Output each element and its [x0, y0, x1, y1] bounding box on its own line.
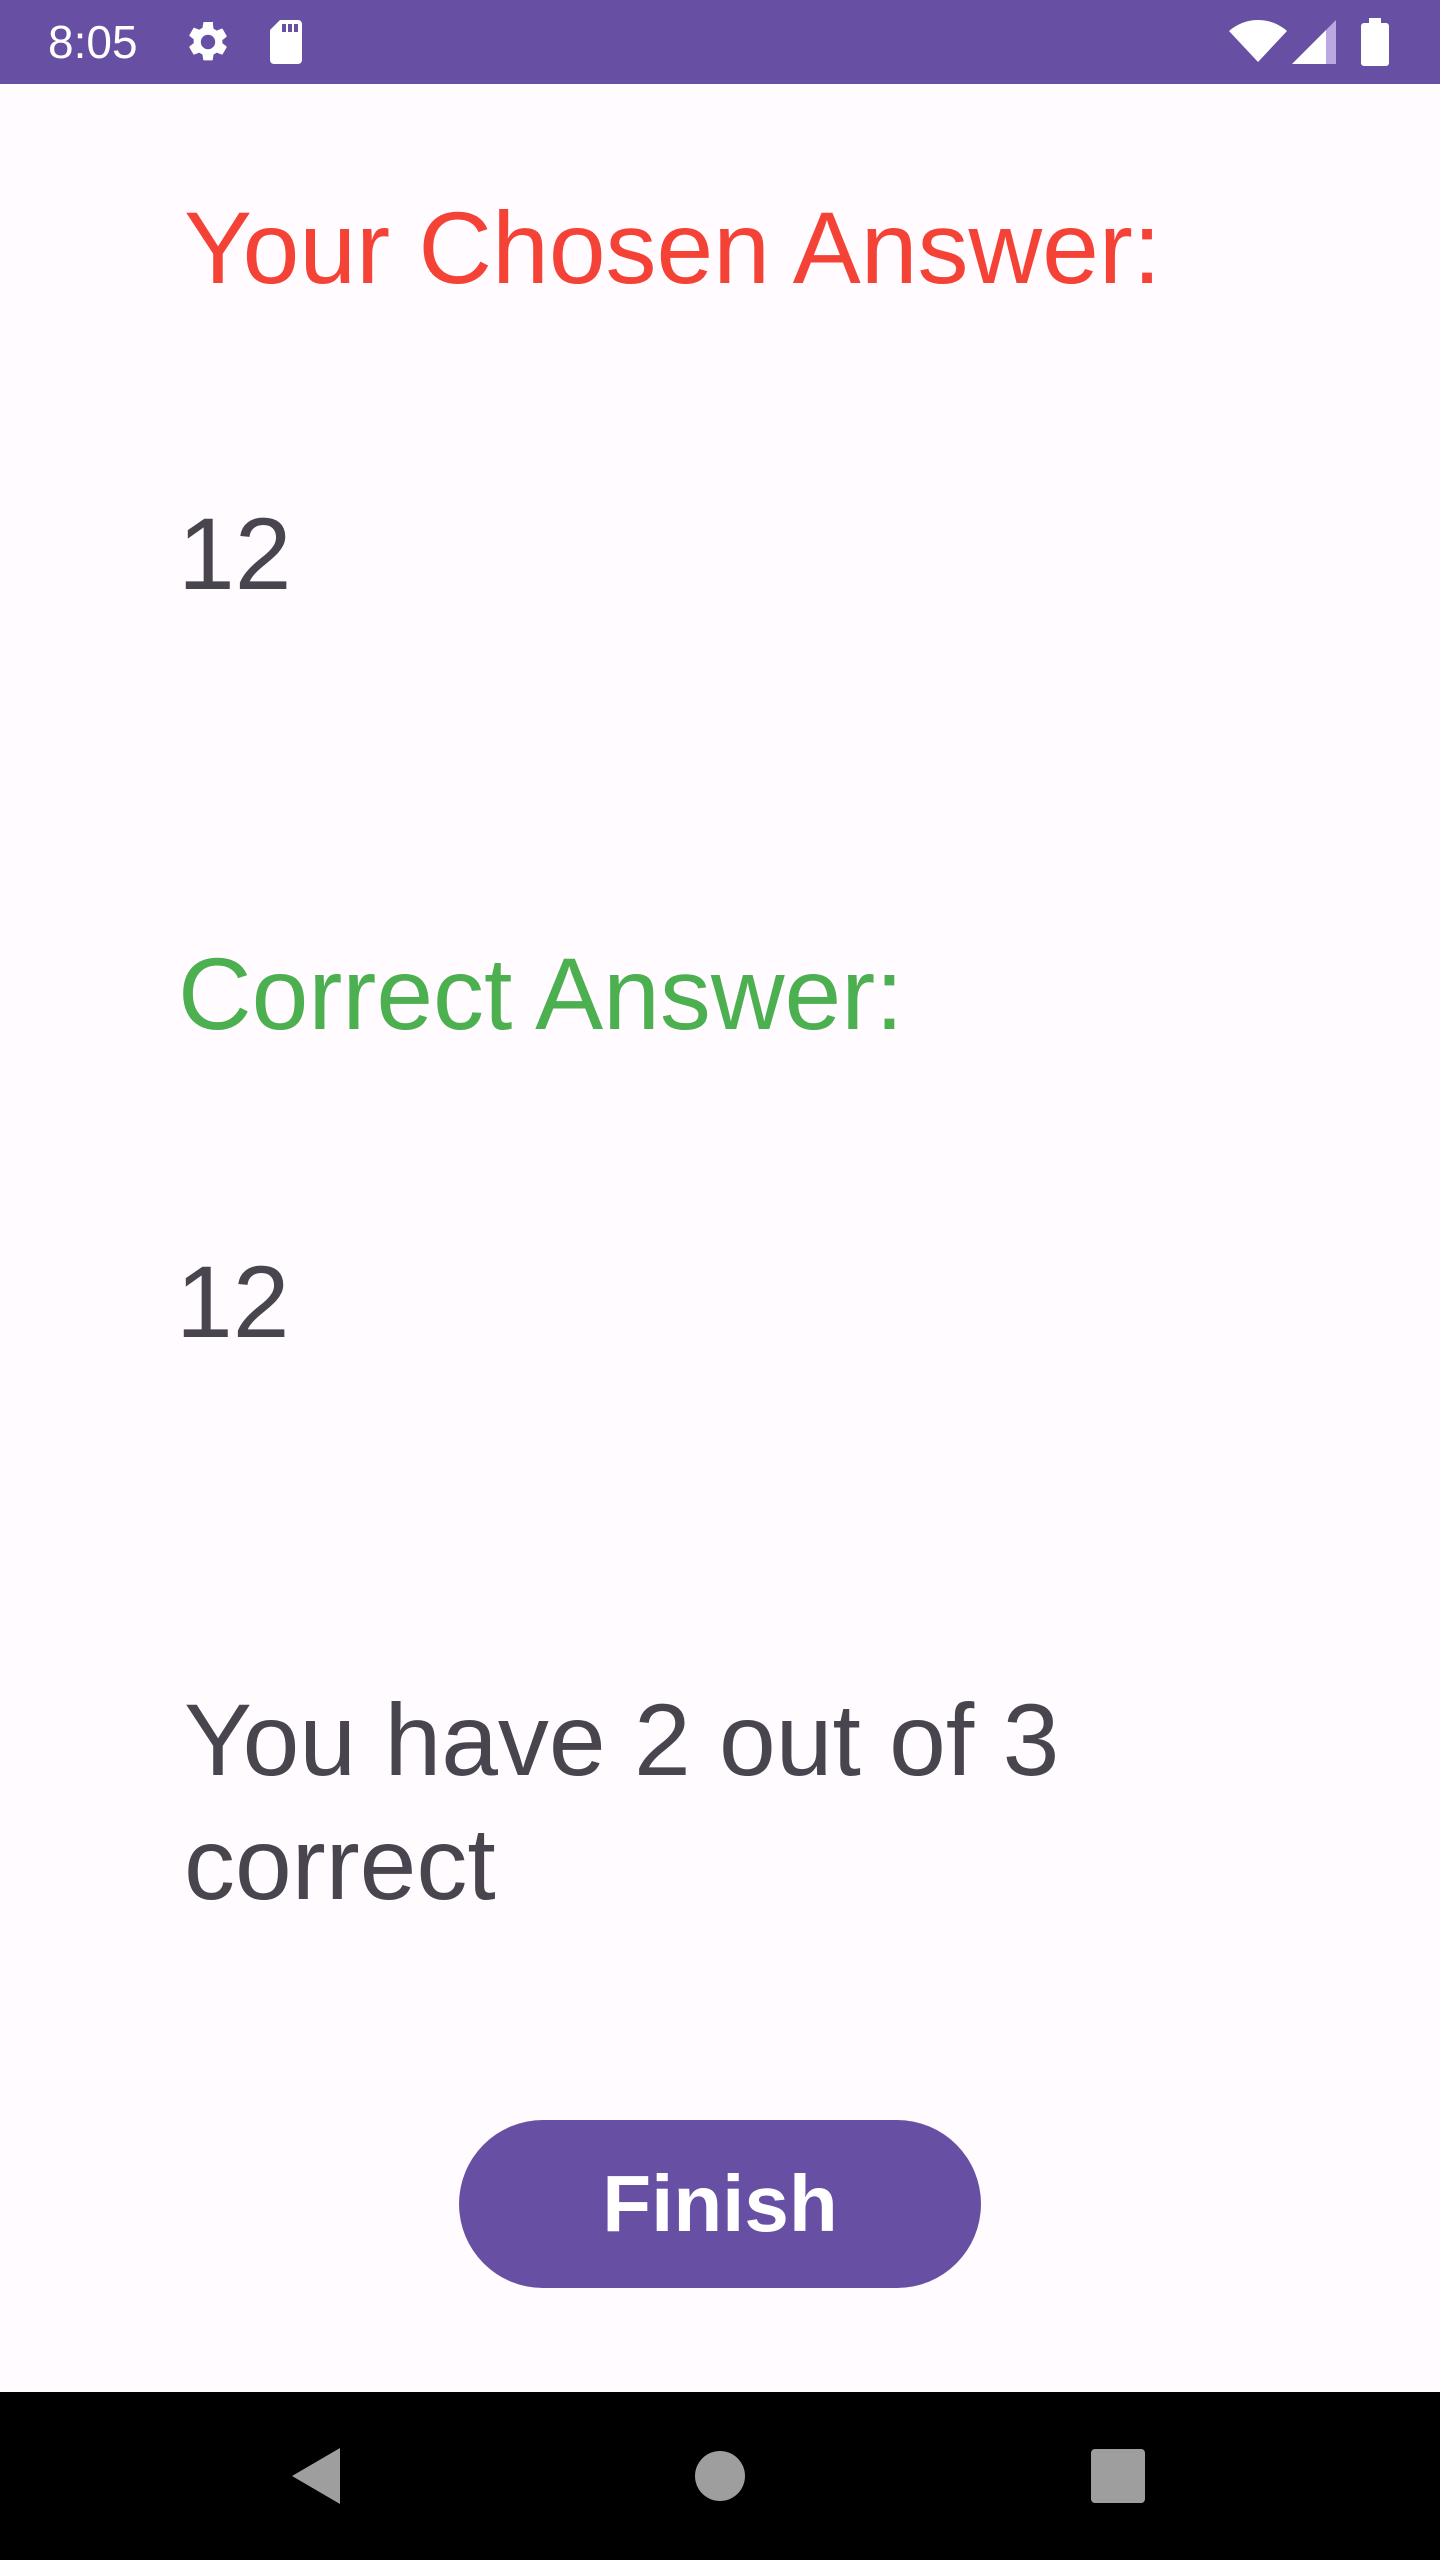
navigation-bar — [0, 2392, 1440, 2560]
sd-card-icon — [270, 20, 302, 64]
chosen-answer-heading: Your Chosen Answer: — [184, 191, 1162, 305]
battery-icon — [1361, 18, 1389, 66]
home-button[interactable] — [676, 2432, 764, 2520]
recents-icon — [1091, 2449, 1145, 2503]
home-icon — [695, 2451, 745, 2501]
correct-answer-value: 12 — [176, 1245, 290, 1359]
wifi-icon — [1229, 20, 1287, 62]
recents-button[interactable] — [1074, 2432, 1162, 2520]
back-icon — [292, 2448, 340, 2504]
gear-icon — [189, 21, 227, 61]
correct-answer-heading: Correct Answer: — [178, 937, 904, 1051]
status-bar: 8:05 — [0, 0, 1440, 84]
finish-button[interactable]: Finish — [459, 2120, 981, 2288]
back-button[interactable] — [272, 2432, 360, 2520]
score-text: You have 2 out of 3 correct — [184, 1683, 1060, 1921]
status-time: 8:05 — [48, 16, 138, 68]
result-screen: 8:05 Your Chosen Answer: 12 Correct Answ… — [0, 0, 1440, 2560]
chosen-answer-value: 12 — [178, 497, 292, 611]
cell-signal-icon — [1292, 20, 1336, 64]
